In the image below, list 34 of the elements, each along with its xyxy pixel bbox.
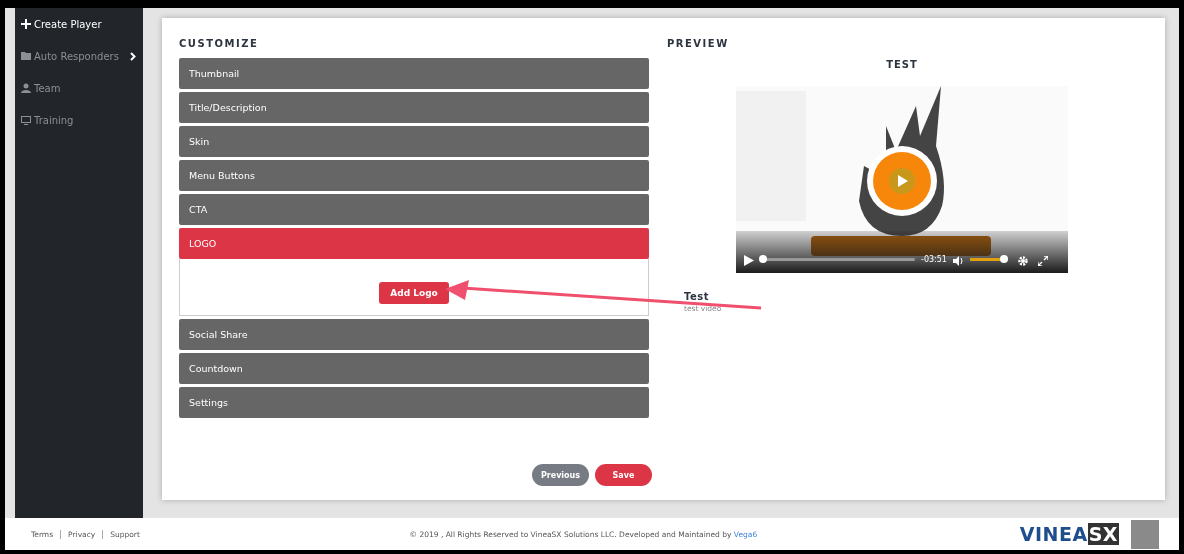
save-button[interactable]: Save — [595, 464, 652, 486]
sidebar-item[interactable]: Auto Responders — [15, 40, 143, 72]
scroll-top-button[interactable] — [1131, 519, 1159, 549]
volume-handle[interactable] — [1000, 255, 1009, 263]
accordion-header[interactable]: Social Share — [179, 319, 649, 350]
section-title: PREVIEW — [667, 38, 730, 49]
sidebar-item[interactable]: Team — [15, 72, 143, 104]
accordion-header[interactable]: Menu Buttons — [179, 160, 649, 191]
sidebar-item[interactable]: Training — [15, 104, 143, 136]
accordion-header[interactable]: Countdown — [179, 353, 649, 384]
brand-logo: VINEASX — [1019, 523, 1119, 545]
accordion-header[interactable]: Title/Description — [179, 92, 649, 123]
accordion-header[interactable]: CTA — [179, 194, 649, 225]
accordion-header[interactable]: Settings — [179, 387, 649, 418]
add-logo-button[interactable]: Add Logo — [379, 282, 449, 304]
settings-icon[interactable] — [1017, 256, 1028, 266]
fullscreen-icon[interactable] — [1037, 256, 1048, 266]
chevron-icon — [129, 51, 136, 61]
accordion-header[interactable]: Thumbnail — [179, 58, 649, 89]
user-icon — [21, 83, 31, 93]
play-icon[interactable] — [744, 255, 754, 266]
video-title: TEST — [886, 59, 918, 70]
sidebar-item[interactable]: Create Player — [15, 8, 143, 40]
volume-icon[interactable] — [952, 256, 964, 266]
progress-handle[interactable] — [759, 255, 768, 263]
accordion-header[interactable]: LOGO — [179, 228, 649, 259]
monitor-icon — [21, 115, 31, 125]
previous-button[interactable]: Previous — [532, 464, 589, 486]
folder-icon — [21, 52, 31, 60]
time-remaining: -03:51 — [921, 255, 947, 264]
plus-icon — [21, 19, 31, 29]
section-title: CUSTOMIZE — [179, 38, 260, 49]
accordion-header[interactable]: Skin — [179, 126, 649, 157]
video-name: Test — [684, 291, 710, 302]
